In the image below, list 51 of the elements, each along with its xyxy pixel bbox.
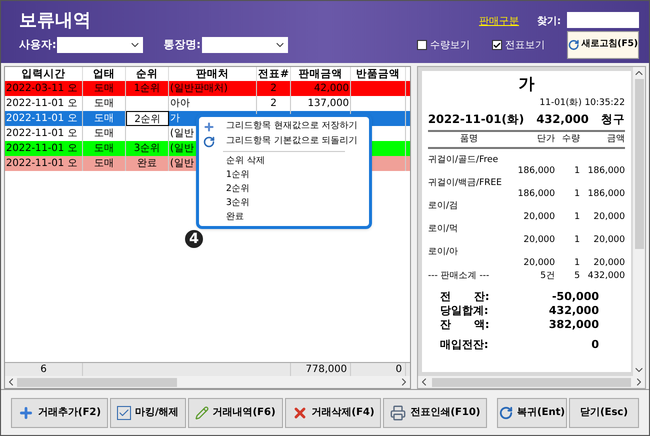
- user-label: 사용자:: [19, 37, 56, 53]
- receipt-date: 2022-11-01(화): [428, 110, 524, 128]
- item-quantity: 1: [573, 189, 580, 201]
- column-header: 단가: [536, 132, 555, 146]
- customer-name: 가: [518, 74, 536, 94]
- item-price: 20,000: [522, 212, 555, 224]
- summary-label: 전 잔:: [440, 290, 490, 304]
- item-name: 로이/먹: [428, 224, 460, 236]
- table-cell: 2022-11-01 오: [5, 156, 83, 171]
- receipt-timestamp: 11-01(화) 10:35:22: [538, 97, 625, 110]
- item-price: 186,000: [516, 166, 555, 178]
- table-cell: 완료: [126, 156, 169, 171]
- item-quantity: 1: [573, 235, 580, 247]
- summary-value: -50,000: [552, 290, 599, 304]
- item-price: 20,000: [522, 258, 555, 270]
- item-quantity: 1: [573, 212, 580, 224]
- item-quantity: 1: [573, 166, 580, 178]
- column-header: 품명: [459, 132, 479, 146]
- window-title: 보류내역: [19, 9, 91, 33]
- account-label: 통장명:: [163, 37, 201, 53]
- item-amount: 20,000: [592, 212, 625, 224]
- subtotal-quantity: 5: [573, 270, 580, 282]
- summary-label: 잔 액:: [440, 318, 490, 332]
- item-price: 186,000: [516, 189, 555, 201]
- checkbox-label: 수량보기: [430, 38, 470, 53]
- item-amount: 20,000: [592, 235, 625, 247]
- subtotal-label: --- 판매소계 ---: [428, 270, 490, 282]
- item-name: 귀걸이/백금/FREE: [428, 178, 503, 190]
- item-amount: 186,000: [586, 189, 625, 201]
- summary-value: 382,000: [548, 318, 599, 332]
- item-price: 20,000: [522, 235, 555, 247]
- summary-value: 0: [591, 338, 599, 352]
- subtotal-amount: 432,000: [586, 270, 625, 282]
- item-quantity: 1: [573, 258, 580, 270]
- item-name: 귀걸이/골드/Free: [428, 154, 500, 166]
- summary-label: 당일합계:: [440, 304, 488, 318]
- column-header: 금액: [606, 132, 625, 146]
- table-cell: 2순위: [126, 111, 169, 126]
- item-amount: 186,000: [586, 166, 625, 178]
- column-header: 수량: [561, 132, 580, 146]
- search-label: 찾기:: [537, 14, 561, 28]
- subtotal-count: 5건: [539, 270, 555, 282]
- item-name: 로이/아: [428, 246, 460, 258]
- summary-label: 매입전잔:: [440, 338, 488, 352]
- table-cell: 도매: [83, 156, 126, 171]
- receipt-type: 청구: [601, 110, 625, 128]
- checkbox-label: 전표보기: [505, 38, 545, 53]
- receipt-total: 432,000: [536, 110, 589, 128]
- summary-value: 432,000: [548, 304, 599, 318]
- item-name: 로이/검: [428, 200, 460, 212]
- item-amount: 20,000: [592, 258, 625, 270]
